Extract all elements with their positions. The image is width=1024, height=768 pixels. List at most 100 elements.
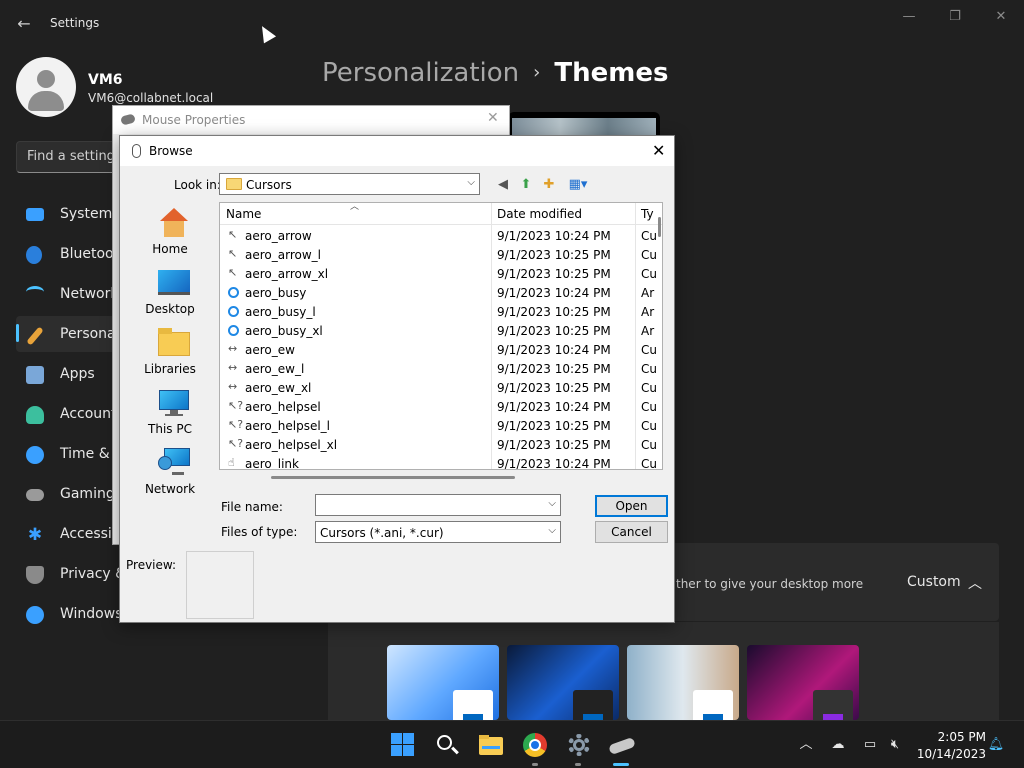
column-header-name[interactable]: Name — [226, 207, 261, 221]
file-date: 9/1/2023 10:25 PM — [497, 305, 611, 319]
clock-date[interactable]: 10/14/2023 — [910, 747, 986, 761]
file-date: 9/1/2023 10:25 PM — [497, 324, 611, 338]
table-row[interactable]: ↔ aero_ew 9/1/2023 10:24 PM Cu — [220, 341, 657, 360]
brush-icon — [26, 326, 44, 346]
places-bar: Home Desktop Libraries This PC Network — [126, 202, 214, 496]
sidebar-item-accounts[interactable]: Accounts — [16, 396, 124, 432]
theme-thumbnail[interactable] — [387, 645, 499, 720]
mouse-properties-icon[interactable] — [608, 732, 636, 758]
place-this-pc[interactable]: This PC — [126, 382, 214, 440]
vertical-scrollbar[interactable] — [658, 217, 661, 237]
table-row[interactable]: aero_busy 9/1/2023 10:24 PM Ar — [220, 284, 654, 303]
file-list[interactable]: ︿ Name Date modified Ty ↖ aero_arrow 9/1/2… — [219, 202, 663, 470]
place-label: Network — [144, 482, 196, 496]
gamepad-icon — [26, 489, 44, 501]
sidebar-item-gaming[interactable]: Gaming — [16, 476, 120, 512]
place-libraries[interactable]: Libraries — [126, 322, 214, 380]
search-input[interactable]: Find a setting — [16, 141, 120, 173]
search-icon[interactable] — [434, 732, 460, 758]
sidebar-item-windows-update[interactable]: Windows Update — [16, 596, 178, 632]
preview-box — [186, 551, 254, 619]
file-name: aero_arrow — [245, 229, 312, 243]
sidebar-item-time-language[interactable]: Time & language — [16, 436, 179, 472]
settings-icon[interactable] — [566, 732, 592, 758]
chevron-up-icon[interactable]: ︿ — [797, 737, 815, 753]
avatar[interactable] — [16, 57, 76, 117]
place-network[interactable]: Network — [126, 442, 214, 500]
theme-thumbnail[interactable] — [627, 645, 739, 720]
theme-preview — [508, 112, 660, 138]
network-icon — [158, 448, 190, 478]
table-row[interactable]: ↖? aero_helpsel_xl 9/1/2023 10:25 PM Cu — [220, 436, 657, 455]
view-menu-icon[interactable]: ▦▾ — [566, 176, 590, 194]
horizontal-scrollbar[interactable] — [271, 476, 515, 479]
sidebar-item-apps[interactable]: Apps — [16, 356, 120, 392]
chevron-down-icon[interactable]: ⌵ — [548, 498, 556, 509]
onedrive-icon[interactable]: ☁ — [829, 737, 847, 753]
restore-icon[interactable]: ❐ — [943, 8, 967, 26]
table-row[interactable]: aero_busy_l 9/1/2023 10:25 PM Ar — [220, 303, 654, 322]
close-icon[interactable]: ✕ — [652, 141, 665, 160]
up-folder-icon[interactable]: ⬆ — [517, 176, 535, 194]
file-name: aero_ew — [245, 343, 295, 357]
table-row[interactable]: aero_busy_xl 9/1/2023 10:25 PM Ar — [220, 322, 654, 341]
table-row[interactable]: ↖ aero_arrow 9/1/2023 10:24 PM Cu — [220, 227, 657, 246]
sidebar-item-privacy[interactable]: Privacy & security — [16, 556, 186, 592]
theme-mini-window — [573, 690, 613, 720]
speaker-muted-icon[interactable]: 🔇︎ — [886, 737, 904, 753]
breadcrumb-parent[interactable]: Personalization — [322, 58, 519, 88]
update-icon — [26, 606, 44, 624]
chrome-icon[interactable] — [522, 732, 548, 758]
place-desktop[interactable]: Desktop — [126, 262, 214, 320]
close-icon[interactable]: ✕ — [487, 110, 499, 126]
files-of-type-value: Cursors (*.ani, *.cur) — [320, 526, 444, 540]
close-icon[interactable]: ✕ — [989, 8, 1013, 26]
file-date: 9/1/2023 10:24 PM — [497, 286, 611, 300]
chevron-up-icon[interactable]: ︿ — [968, 573, 982, 593]
table-row[interactable]: ↖ aero_arrow_xl 9/1/2023 10:25 PM Cu — [220, 265, 657, 284]
minimize-icon[interactable]: — — [897, 8, 921, 26]
theme-thumbnail[interactable] — [747, 645, 859, 720]
start-icon[interactable] — [390, 732, 416, 758]
avatar-head — [37, 70, 55, 88]
files-of-type-dropdown[interactable]: Cursors (*.ani, *.cur) ⌵ — [315, 521, 561, 543]
cancel-button[interactable]: Cancel — [595, 521, 668, 543]
browse-dialog: Browse ✕ Look in: Cursors ⌵ ◀ ⬆ ✚ ▦▾ Hom… — [119, 135, 675, 623]
theme-mini-window — [453, 690, 493, 720]
file-explorer-icon[interactable] — [478, 732, 504, 758]
column-header-date[interactable]: Date modified — [497, 207, 582, 221]
back-arrow-icon[interactable]: ← — [14, 14, 34, 34]
sidebar-item-accessibility[interactable]: ✱ Accessibility — [16, 516, 146, 552]
place-label: Home — [152, 242, 188, 256]
table-row[interactable]: ↖? aero_helpsel_l 9/1/2023 10:25 PM Cu — [220, 417, 657, 436]
clock-time[interactable]: 2:05 PM — [936, 730, 986, 744]
notification-bell-icon[interactable]: 🔔︎ — [987, 737, 1005, 753]
file-name: aero_ew_xl — [245, 381, 312, 395]
sidebar-item-system[interactable]: System — [16, 196, 120, 232]
back-icon[interactable]: ◀ — [494, 176, 512, 194]
table-row[interactable]: ☝ aero_link 9/1/2023 10:24 PM Cu — [220, 455, 657, 470]
table-row[interactable]: ↔ aero_ew_xl 9/1/2023 10:25 PM Cu — [220, 379, 657, 398]
display-icon[interactable]: ▭ — [861, 737, 879, 753]
look-in-value: Cursors — [246, 178, 292, 192]
file-date: 9/1/2023 10:25 PM — [497, 381, 611, 395]
table-row[interactable]: ↖ aero_arrow_l 9/1/2023 10:25 PM Cu — [220, 246, 657, 265]
table-row[interactable]: ↖? aero_helpsel 9/1/2023 10:24 PM Cu — [220, 398, 657, 417]
file-name: aero_ew_l — [245, 362, 305, 376]
new-folder-icon[interactable]: ✚ — [540, 176, 558, 194]
libraries-icon — [158, 328, 190, 358]
active-indicator — [16, 324, 19, 342]
file-name: aero_link — [245, 457, 299, 470]
table-row[interactable]: ↔ aero_ew_l 9/1/2023 10:25 PM Cu — [220, 360, 657, 379]
theme-thumbnail[interactable] — [507, 645, 619, 720]
sidebar-item-personalization[interactable]: Personalization — [16, 316, 166, 352]
file-type: Cu — [641, 343, 657, 357]
look-in-dropdown[interactable]: Cursors ⌵ — [219, 173, 480, 195]
column-header-type[interactable]: Ty — [641, 207, 654, 221]
open-button[interactable]: Open — [595, 495, 668, 517]
place-home[interactable]: Home — [126, 202, 214, 260]
globe-clock-icon — [26, 446, 44, 464]
sidebar-item-network[interactable]: Network & internet — [16, 276, 194, 312]
file-name-input[interactable]: ⌵ — [315, 494, 561, 516]
sidebar-item-bluetooth[interactable]: Bluetooth & devices — [16, 236, 201, 272]
